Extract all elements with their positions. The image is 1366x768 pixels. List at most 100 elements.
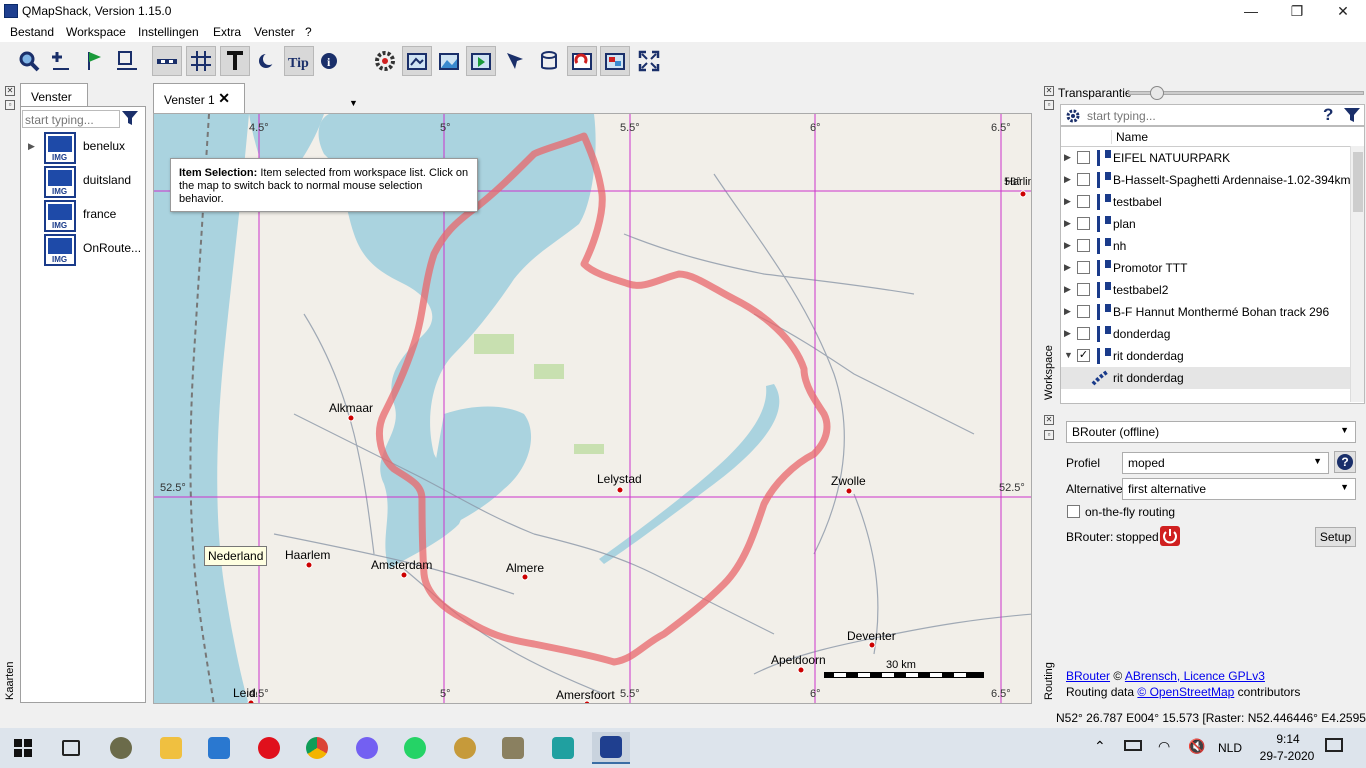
app-figure-icon[interactable] [494, 732, 532, 764]
menu-help[interactable]: ? [305, 25, 312, 39]
item-checkbox[interactable] [1077, 305, 1090, 318]
window-6-icon[interactable] [567, 46, 597, 76]
map-item-onroute[interactable]: IMG OnRoute... [26, 233, 144, 267]
chrome-icon[interactable] [298, 732, 336, 764]
clock-time[interactable]: 9:14 [1268, 732, 1308, 746]
search-map-icon[interactable] [14, 46, 44, 76]
window-3-icon[interactable] [466, 46, 496, 76]
mail-icon[interactable] [200, 732, 238, 764]
menu-workspace[interactable]: Workspace [66, 25, 126, 39]
routing-engine-select[interactable]: BRouter (offline) ▼ [1066, 421, 1356, 443]
tip-icon[interactable]: Tip [284, 46, 314, 76]
language-indicator[interactable]: NLD [1218, 741, 1242, 755]
item-checkbox[interactable] [1077, 195, 1090, 208]
left-tab-venster1[interactable]: Venster 1 [20, 83, 88, 118]
dock-float-icon[interactable]: ▫ [1044, 100, 1054, 110]
routing-dock-label[interactable]: Routing [1043, 662, 1055, 700]
alternative-select[interactable]: first alternative ▼ [1122, 478, 1356, 500]
track-item-selected[interactable]: rit donderdag [1061, 367, 1351, 389]
item-checkbox-checked[interactable]: ✓ [1077, 349, 1090, 362]
maps-search-input[interactable]: start typing... [22, 110, 120, 128]
workspace-item[interactable]: ▶ donderdag [1061, 323, 1351, 345]
workspace-item[interactable]: ▶ B-Hasselt-Spaghetti Ardennaise-1.02-394… [1061, 169, 1351, 191]
window-1-icon[interactable] [402, 46, 432, 76]
dock-close-icon[interactable]: ✕ [1044, 415, 1054, 425]
transparency-slider-handle[interactable] [1150, 86, 1165, 100]
qmapshack-taskbar-icon[interactable] [592, 732, 630, 764]
workspace-item[interactable]: ▶ nh [1061, 235, 1351, 257]
profile-select[interactable]: moped ▼ [1122, 452, 1329, 474]
app-cortana-icon[interactable] [102, 732, 140, 764]
fullscreen-icon[interactable] [634, 46, 664, 76]
workspace-search-input[interactable]: start typing... [1087, 109, 1156, 123]
add-waypoint-icon[interactable] [46, 46, 76, 76]
item-checkbox[interactable] [1077, 217, 1090, 230]
brouter-link[interactable]: BRouter [1066, 669, 1110, 683]
item-checkbox[interactable] [1077, 239, 1090, 252]
tray-chevron-icon[interactable]: ⌃ [1094, 738, 1106, 755]
route-flag-icon[interactable] [80, 46, 110, 76]
file-explorer-icon[interactable] [152, 732, 190, 764]
osm-link[interactable]: © OpenStreetMap [1137, 685, 1234, 699]
workspace-item[interactable]: ▶ EIFEL NATUURPARK [1061, 147, 1351, 169]
scrollbar-thumb[interactable] [1353, 152, 1363, 212]
profile-help-button[interactable]: ? [1334, 451, 1356, 473]
menu-instellingen[interactable]: Instellingen [138, 25, 199, 39]
opera-icon[interactable] [250, 732, 288, 764]
start-windows-icon[interactable] [4, 732, 42, 764]
grid-icon[interactable] [186, 46, 216, 76]
map-item-france[interactable]: IMG france [26, 199, 144, 233]
abrensch-link[interactable]: ABrensch, Licence GPLv3 [1125, 669, 1265, 683]
gear-icon[interactable] [1065, 108, 1081, 124]
filter-icon[interactable] [121, 110, 139, 129]
viber-icon[interactable] [348, 732, 386, 764]
app-x-icon[interactable] [544, 732, 582, 764]
power-icon[interactable] [1160, 526, 1180, 546]
info-dropdown-arrow-icon[interactable]: ▼ [349, 98, 358, 108]
tab-close-icon[interactable]: ✕ [218, 90, 230, 107]
menu-venster[interactable]: Venster [254, 25, 295, 39]
item-checkbox[interactable] [1077, 173, 1090, 186]
night-icon[interactable] [252, 46, 282, 76]
workspace-item[interactable]: ▶ testbabel [1061, 191, 1351, 213]
maximize-button[interactable]: ❐ [1274, 0, 1320, 22]
app-compass-icon[interactable] [446, 732, 484, 764]
workspace-item[interactable]: ▶ testbabel2 [1061, 279, 1351, 301]
item-checkbox[interactable] [1077, 283, 1090, 296]
help-icon[interactable]: ? [1323, 105, 1333, 125]
filter-icon[interactable] [1343, 107, 1361, 123]
whatsapp-icon[interactable] [396, 732, 434, 764]
wifi-icon[interactable]: ◠ [1158, 738, 1170, 755]
device-icon[interactable] [112, 46, 142, 76]
map-item-duitsland[interactable]: IMG duitsland [26, 165, 144, 199]
menu-bestand[interactable]: Bestand [10, 25, 54, 39]
map-item-benelux[interactable]: ▶ IMG benelux [26, 131, 144, 165]
item-checkbox[interactable] [1077, 327, 1090, 340]
clock-date[interactable]: 29-7-2020 [1254, 749, 1320, 763]
dock-float-icon[interactable]: ▫ [1044, 430, 1054, 440]
dock-close-icon[interactable]: ✕ [5, 86, 15, 96]
window-2-icon[interactable] [434, 46, 464, 76]
expand-arrow-icon[interactable]: ▶ [28, 141, 35, 152]
window-4-icon[interactable] [500, 46, 530, 76]
task-view-icon[interactable] [52, 732, 90, 764]
map-tab-venster1[interactable]: Venster 1 ✕ [153, 83, 245, 113]
workspace-item-selected[interactable]: ▼ ✓ rit donderdag [1061, 345, 1351, 367]
column-name-header[interactable]: Name [1111, 130, 1148, 144]
workspace-item[interactable]: ▶ Promotor TTT [1061, 257, 1351, 279]
dock-close-icon[interactable]: ✕ [1044, 86, 1054, 96]
setup-button[interactable]: Setup [1315, 527, 1356, 547]
minimize-button[interactable]: — [1228, 0, 1274, 22]
info-icon[interactable]: i [316, 46, 346, 76]
volume-muted-icon[interactable]: 🔇 [1188, 738, 1205, 755]
tree-scrollbar[interactable] [1350, 146, 1364, 402]
window-5-icon[interactable] [534, 46, 564, 76]
kaarten-dock-label[interactable]: Kaarten [4, 661, 16, 700]
scale-icon[interactable] [152, 46, 182, 76]
text-icon[interactable] [220, 46, 250, 76]
onthefly-checkbox[interactable] [1067, 505, 1080, 518]
notifications-icon[interactable] [1325, 738, 1343, 752]
window-7-icon[interactable] [600, 46, 630, 76]
menu-extra[interactable]: Extra [213, 25, 241, 39]
workspace-item[interactable]: ▶ B-F Hannut Monthermé Bohan track 296 [1061, 301, 1351, 323]
